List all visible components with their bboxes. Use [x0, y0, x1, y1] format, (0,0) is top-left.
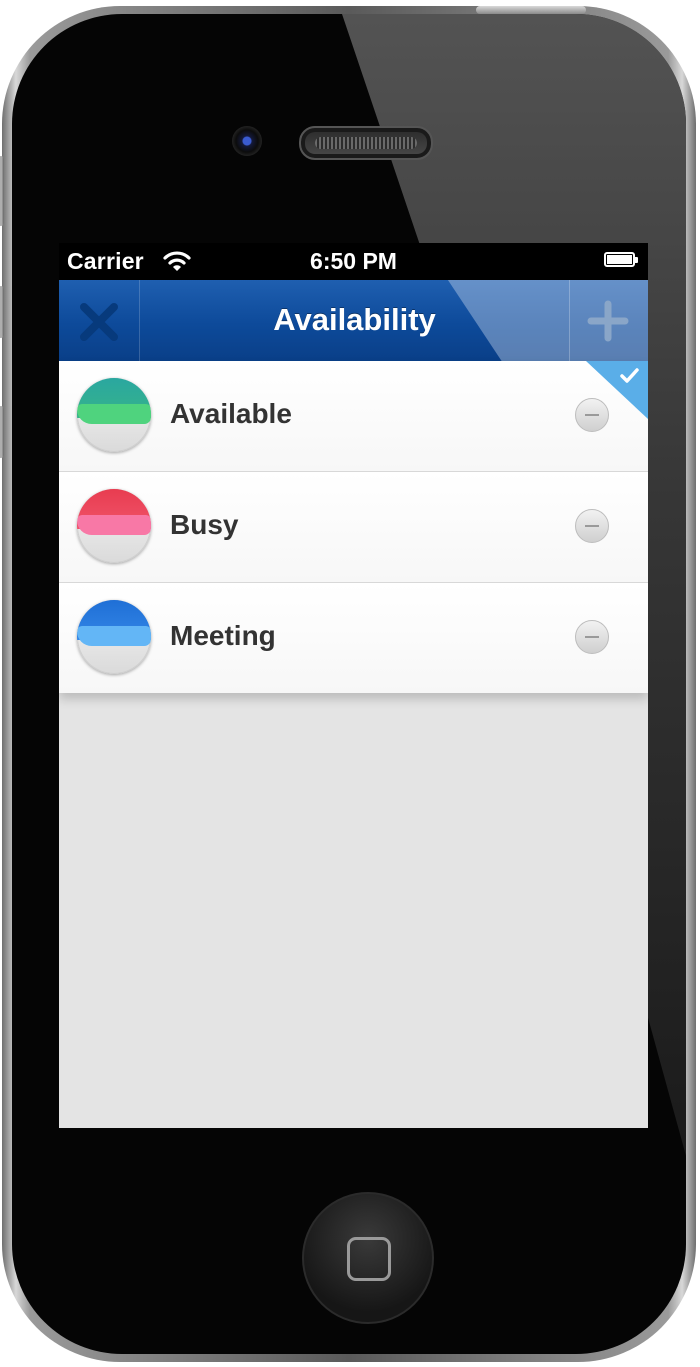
page-title: Availability — [273, 302, 436, 337]
speaker-grille — [299, 126, 433, 160]
list-item-available[interactable]: Available — [59, 361, 648, 472]
selected-checkmark-icon — [586, 361, 648, 419]
list-item-meeting[interactable]: Meeting — [59, 583, 648, 693]
availability-list: Available Busy Meeting — [59, 361, 648, 693]
busy-status-icon — [77, 489, 151, 563]
status-time: 6:50 PM — [310, 248, 397, 274]
power-button — [476, 6, 586, 14]
camera-icon — [232, 126, 262, 156]
list-item-label: Busy — [170, 509, 239, 540]
plus-icon — [587, 300, 629, 342]
add-button[interactable] — [569, 280, 648, 361]
list-item-label: Available — [170, 398, 292, 429]
status-bar: Carrier 6:50 PM — [59, 243, 648, 280]
screen: Carrier 6:50 PM Availability Available B… — [59, 243, 648, 1128]
volume-up-button — [0, 286, 4, 338]
close-button[interactable] — [59, 280, 140, 361]
meeting-status-icon — [77, 600, 151, 674]
mute-switch — [0, 156, 4, 226]
home-square-icon — [347, 1237, 391, 1281]
remove-icon[interactable] — [575, 509, 609, 543]
available-status-icon — [77, 378, 151, 452]
list-item-busy[interactable]: Busy — [59, 472, 648, 583]
navigation-bar: Availability — [59, 280, 648, 361]
volume-down-button — [0, 406, 4, 458]
remove-icon[interactable] — [575, 620, 609, 654]
home-button[interactable] — [302, 1192, 434, 1324]
close-icon — [80, 303, 118, 341]
list-item-label: Meeting — [170, 620, 276, 651]
battery-icon — [604, 252, 638, 269]
